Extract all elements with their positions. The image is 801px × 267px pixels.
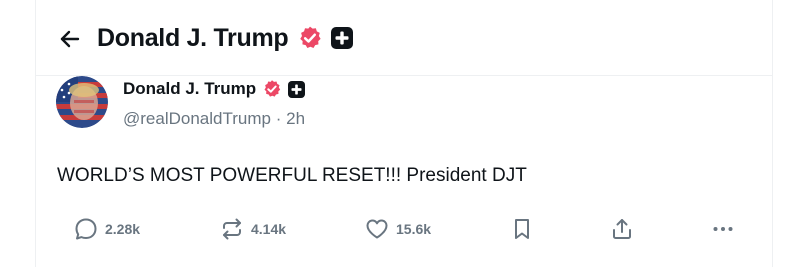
header-divider bbox=[35, 75, 773, 76]
verified-badge-icon bbox=[297, 25, 323, 51]
action-bar: 2.28k 4.14k 15.6k bbox=[0, 212, 801, 248]
like-button[interactable]: 15.6k bbox=[364, 212, 431, 246]
author-handle-row: @realDonaldTrump · 2h bbox=[123, 108, 305, 130]
retruth-icon bbox=[219, 216, 245, 242]
heart-icon bbox=[364, 216, 390, 242]
reply-button[interactable]: 2.28k bbox=[73, 212, 140, 246]
author-display-name[interactable]: Donald J. Trump bbox=[123, 78, 256, 100]
header-badges bbox=[297, 25, 353, 51]
more-horizontal-icon bbox=[710, 216, 736, 242]
back-button[interactable] bbox=[57, 26, 83, 52]
retruth-count: 4.14k bbox=[251, 221, 287, 237]
avatar[interactable] bbox=[56, 76, 108, 128]
page-title: Donald J. Trump bbox=[97, 24, 289, 52]
author-name-row: Donald J. Trump bbox=[123, 78, 306, 100]
share-button[interactable] bbox=[609, 212, 635, 246]
plus-badge-icon bbox=[331, 27, 353, 49]
truth-post-page: Donald J. Trump Donald J. Trump @realDon… bbox=[0, 0, 801, 267]
bookmark-button[interactable] bbox=[509, 212, 535, 246]
post-text: WORLD’S MOST POWERFUL RESET!!! President… bbox=[57, 165, 527, 186]
meta-separator: · bbox=[275, 109, 282, 128]
reply-count: 2.28k bbox=[105, 221, 141, 237]
arrow-left-icon bbox=[59, 28, 81, 50]
reply-icon bbox=[73, 216, 99, 242]
verified-badge-icon bbox=[262, 79, 282, 99]
header: Donald J. Trump bbox=[0, 0, 801, 75]
more-button[interactable] bbox=[710, 212, 736, 246]
retruth-button[interactable]: 4.14k bbox=[219, 212, 286, 246]
post-time[interactable]: 2h bbox=[286, 109, 305, 128]
author-handle[interactable]: @realDonaldTrump bbox=[123, 109, 271, 128]
share-icon bbox=[609, 216, 635, 242]
plus-badge-icon bbox=[288, 80, 306, 98]
like-count: 15.6k bbox=[396, 221, 432, 237]
bookmark-icon bbox=[509, 216, 535, 242]
